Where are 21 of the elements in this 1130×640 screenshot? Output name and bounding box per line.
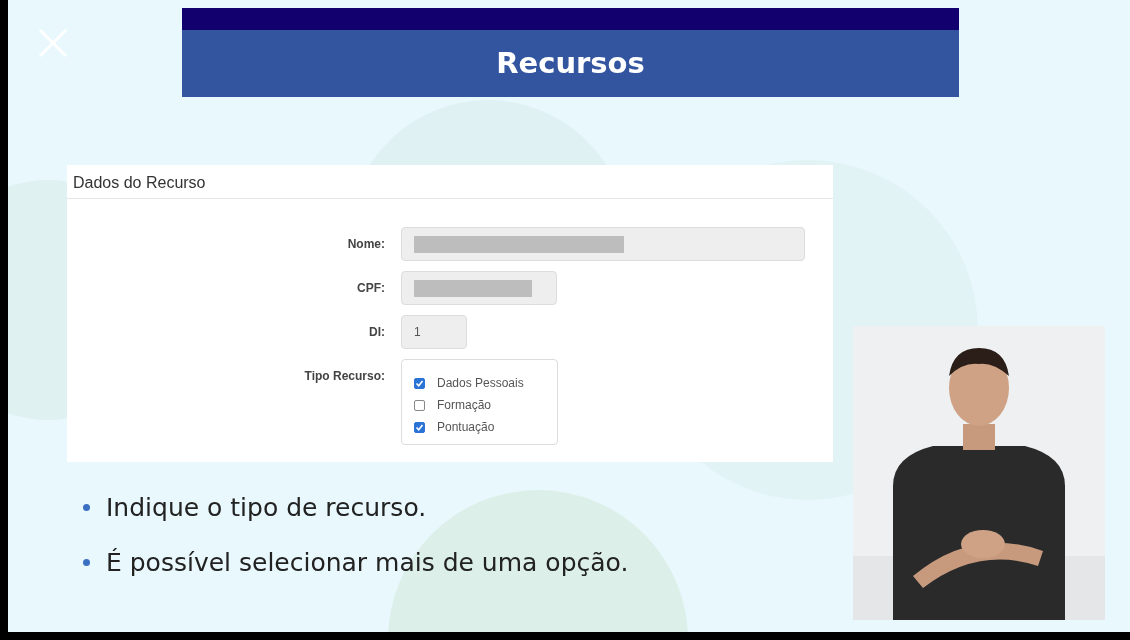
checkbox-option[interactable]: Formação (414, 394, 547, 416)
checkbox[interactable] (414, 377, 425, 389)
form-title: Dados do Recurso (67, 165, 833, 199)
field-label: DI: (368, 324, 386, 341)
bullet-icon (83, 559, 90, 566)
field-label: Tipo Recurso: (303, 368, 386, 385)
input-field[interactable] (401, 227, 805, 261)
bullet-icon (83, 504, 90, 511)
checkbox-option[interactable]: Dados Pessoais (414, 372, 547, 394)
input-field[interactable] (401, 271, 557, 305)
check-icon (415, 378, 424, 388)
check-icon (415, 422, 424, 432)
input-field[interactable]: 1 (401, 315, 467, 349)
field-label: Nome: (346, 236, 386, 253)
bullet-text: Indique o tipo de recurso. (106, 491, 427, 524)
bullet-text: É possível selecionar mais de uma opção. (106, 546, 629, 579)
slide-title: Recursos (182, 30, 959, 97)
field-label: CPF: (356, 280, 386, 297)
checkbox[interactable] (414, 421, 425, 433)
checkbox[interactable] (414, 399, 425, 411)
checkbox-option[interactable]: Pontuação (414, 416, 547, 438)
